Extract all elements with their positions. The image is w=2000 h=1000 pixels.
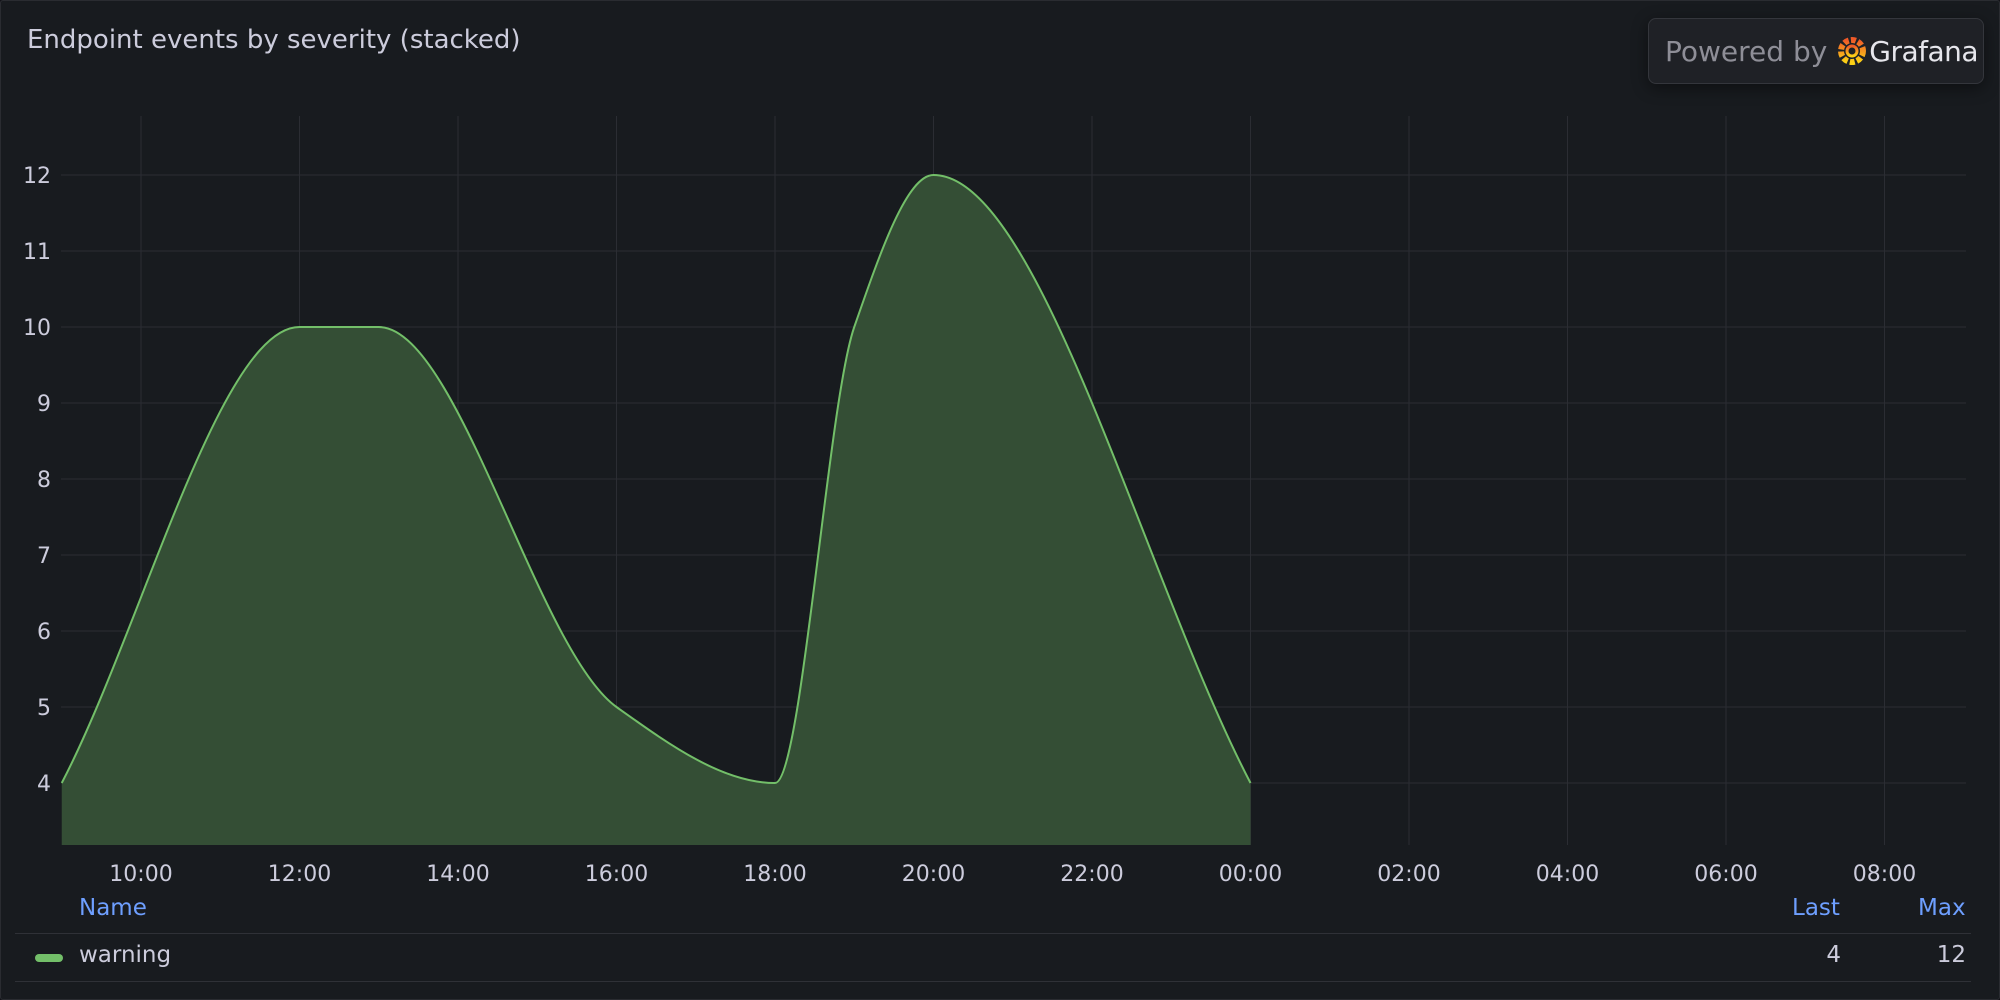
x-tick-label: 18:00: [743, 862, 806, 887]
series-area-warning: [61, 175, 1251, 845]
legend-header-name[interactable]: Name: [79, 895, 147, 921]
y-tick-label: 6: [37, 620, 51, 645]
legend-header-last[interactable]: Last: [1792, 895, 1840, 921]
legend-max-value: 12: [1936, 942, 1966, 968]
legend-divider: [15, 933, 1971, 934]
y-tick-label: 7: [37, 544, 51, 569]
x-axis: 10:00 12:00 14:00 16:00 18:00 20:00 22:00 00:00…: [109, 862, 1916, 887]
series-area-layer: [60, 173, 1252, 845]
y-tick-label: 10: [23, 316, 51, 341]
x-tick-label: 04:00: [1536, 862, 1599, 887]
x-tick-label: 08:00: [1853, 862, 1916, 887]
x-tick-label: 14:00: [426, 862, 489, 887]
x-tick-label: 22:00: [1060, 862, 1123, 887]
y-tick-label: 9: [37, 392, 51, 417]
legend-header-max[interactable]: Max: [1918, 895, 1966, 921]
y-tick-label: 8: [37, 468, 51, 493]
series-color-swatch: [35, 954, 63, 962]
x-tick-label: 12:00: [268, 862, 331, 887]
legend-series-name[interactable]: warning: [79, 942, 171, 968]
y-tick-label: 12: [23, 164, 51, 189]
x-tick-label: 20:00: [902, 862, 965, 887]
x-tick-label: 00:00: [1219, 862, 1282, 887]
panel: Endpoint events by severity (stacked) Po…: [0, 0, 2000, 1000]
y-axis: 4 5 6 7 8 9 10 11 12: [23, 164, 51, 797]
legend-bottom-divider: [15, 981, 1971, 982]
x-tick-label: 16:00: [585, 862, 648, 887]
x-tick-label: 02:00: [1377, 862, 1440, 887]
y-tick-label: 5: [37, 696, 51, 721]
time-series-chart[interactable]: 4 5 6 7 8 9 10 11 12 10:00 12:00 14:00 16:00 18:00 20…: [1, 1, 2000, 891]
x-tick-label: 10:00: [109, 862, 172, 887]
y-tick-label: 11: [23, 240, 51, 265]
legend-last-value: 4: [1826, 942, 1841, 968]
x-tick-label: 06:00: [1694, 862, 1757, 887]
y-tick-label: 4: [37, 772, 51, 797]
